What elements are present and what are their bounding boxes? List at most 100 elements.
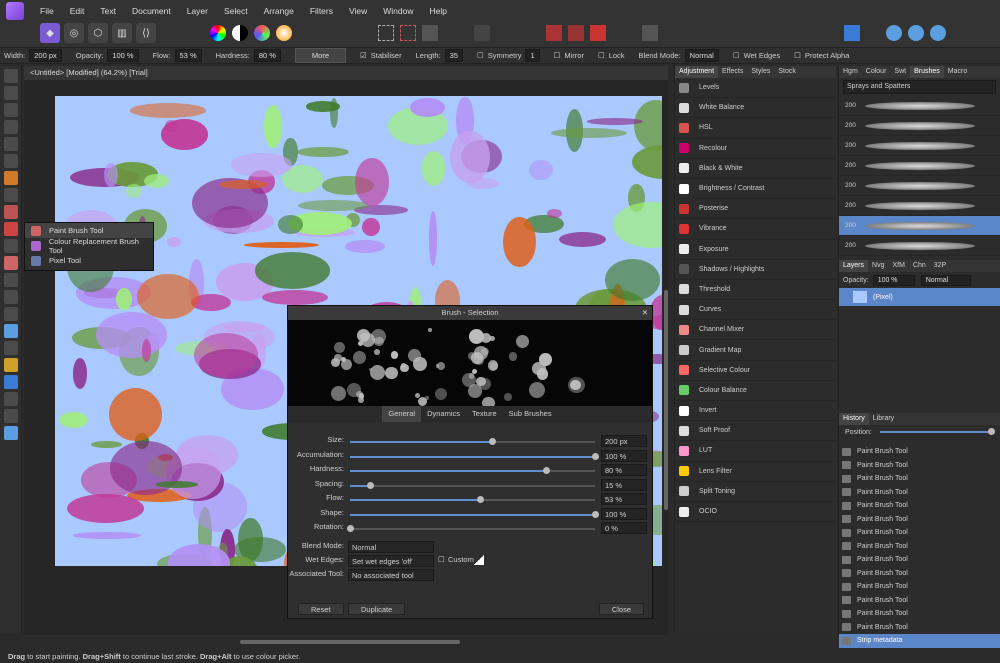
paint-brush-tool-icon[interactable] — [4, 222, 18, 236]
document-tab[interactable]: <Untitled> [Modified] (64.2%) [Trial] — [24, 66, 668, 80]
zoom-tool-icon[interactable] — [4, 426, 18, 440]
history-item[interactable]: Paint Brush Tool — [839, 486, 1000, 500]
adjustment-item[interactable]: Curves — [675, 300, 836, 321]
history-item[interactable]: Paint Brush Tool — [839, 526, 1000, 540]
invert-selection-icon[interactable] — [422, 25, 438, 41]
menu-filters[interactable]: Filters — [302, 6, 341, 16]
tab-history[interactable]: History — [839, 413, 869, 425]
blend-mode-select[interactable]: Normal — [684, 49, 719, 62]
menu-text[interactable]: Text — [92, 6, 124, 16]
text-tool-icon[interactable] — [4, 392, 18, 406]
lock-checkbox[interactable]: ☐ — [598, 51, 605, 60]
adjustment-item[interactable]: Colour Balance — [675, 381, 836, 401]
setting-slider[interactable] — [350, 452, 599, 460]
adjustment-item[interactable]: Posterise — [675, 199, 836, 220]
setting-slider[interactable] — [350, 438, 595, 445]
length-field[interactable]: 35 — [444, 49, 463, 62]
adjustment-item[interactable]: Lens Filter — [675, 462, 836, 482]
history-position-slider[interactable] — [879, 428, 995, 435]
associated-tool-select[interactable]: No associated tool — [348, 569, 434, 581]
tab-general[interactable]: General — [382, 406, 422, 422]
grid-icon[interactable] — [546, 25, 562, 41]
contrast-icon[interactable] — [232, 25, 248, 41]
history-item[interactable]: Paint Brush Tool — [839, 567, 1000, 581]
history-item[interactable]: Paint Brush Tool — [839, 621, 1000, 635]
marquee-select-icon[interactable] — [378, 25, 394, 41]
symmetry-field[interactable]: 1 — [525, 49, 540, 62]
setting-value-field[interactable]: 15 % — [601, 478, 647, 491]
duplicate-button[interactable]: Duplicate — [348, 603, 406, 615]
mesh-warp-icon[interactable] — [4, 409, 18, 423]
adjustment-item[interactable]: Gradient Map — [675, 340, 836, 361]
menu-layer[interactable]: Layer — [179, 6, 216, 16]
tab-styles[interactable]: Styles — [747, 66, 774, 78]
setting-value-field[interactable]: 0 % — [601, 522, 647, 534]
menu-help[interactable]: Help — [422, 6, 455, 16]
tab-colour[interactable]: Colour — [862, 66, 891, 78]
history-item[interactable]: Paint Brush Tool — [839, 499, 1000, 513]
flyout-colour-replacement-brush-tool[interactable]: Colour Replacement Brush Tool — [25, 237, 153, 255]
brush-preset[interactable]: 200 — [839, 96, 1000, 116]
tab-32p[interactable]: 32P — [930, 260, 950, 272]
tab-brushes[interactable]: Brushes — [910, 66, 944, 78]
brush-preset[interactable]: 200 — [839, 196, 1000, 216]
more-button[interactable]: More — [294, 48, 347, 63]
selection-brush-icon[interactable] — [4, 137, 18, 151]
setting-value-field[interactable]: 100 % — [601, 507, 647, 520]
flood-fill-icon[interactable] — [4, 188, 18, 202]
gradient-tool-icon[interactable] — [4, 205, 18, 219]
slider-knob[interactable] — [476, 496, 484, 503]
opacity-field[interactable]: 100 % — [107, 49, 139, 62]
history-item[interactable]: Paint Brush Tool — [839, 553, 1000, 567]
setting-value-field[interactable]: 200 px — [601, 435, 647, 447]
affinity-logo-icon[interactable] — [6, 2, 24, 20]
adjustment-item[interactable]: LUT — [675, 441, 836, 462]
colour-picker-icon[interactable] — [4, 103, 18, 117]
snap-icon[interactable] — [568, 25, 584, 41]
slider-knob[interactable] — [592, 452, 599, 460]
layer-row-pixel[interactable]: (Pixel) — [839, 288, 1000, 306]
export-persona-icon[interactable]: ⟨⟩ — [136, 23, 156, 43]
custom-checkbox[interactable]: ☐ — [438, 555, 445, 564]
adjustment-item[interactable]: Vibrance — [675, 219, 836, 240]
white-balance-icon[interactable] — [276, 25, 292, 41]
help-icon[interactable] — [908, 25, 924, 41]
erase-brush-icon[interactable] — [4, 256, 18, 270]
history-item[interactable]: Paint Brush Tool — [839, 513, 1000, 527]
slider-knob[interactable] — [543, 467, 550, 474]
menu-arrange[interactable]: Arrange — [256, 6, 302, 16]
flyout-pixel-tool[interactable]: Pixel Tool — [25, 253, 153, 268]
setting-value-field[interactable]: 80 % — [601, 464, 647, 476]
tab-effects[interactable]: Effects — [718, 66, 747, 78]
quick-mask-icon[interactable] — [474, 25, 490, 41]
align-icon[interactable] — [844, 25, 860, 41]
setting-value-field[interactable]: 100 % — [601, 449, 647, 462]
healing-brush-icon[interactable] — [4, 290, 18, 304]
adjustment-item[interactable]: Black & White — [675, 159, 836, 179]
width-field[interactable]: 200 px — [29, 49, 62, 62]
view-tool-icon[interactable] — [4, 69, 18, 83]
wet-edges-checkbox[interactable]: ☐ — [733, 51, 740, 60]
colour-wheel-icon[interactable] — [210, 25, 226, 41]
adjustment-item[interactable]: Recolour — [675, 139, 836, 159]
history-item[interactable]: Paint Brush Tool — [839, 445, 1000, 459]
arrange-icon[interactable] — [642, 25, 658, 41]
stabiliser-checkbox[interactable]: ☑ — [360, 51, 367, 60]
brush-category-select[interactable]: Sprays and Spatters — [843, 80, 996, 94]
wet-edges-select[interactable]: Set wet edges 'off' — [348, 555, 434, 567]
tab-swt[interactable]: Swt — [890, 66, 910, 78]
photo-persona-icon[interactable]: ◆ — [40, 23, 60, 43]
setting-slider[interactable] — [347, 525, 595, 532]
setting-slider[interactable] — [350, 496, 595, 503]
close-button[interactable]: Close — [598, 603, 644, 615]
brush-preset[interactable]: 200 — [839, 216, 1000, 236]
hsl-icon[interactable] — [254, 25, 270, 41]
history-item[interactable]: Paint Brush Tool — [839, 607, 1000, 621]
horizontal-scrollbar[interactable] — [240, 640, 460, 644]
mirror-checkbox[interactable]: ☐ — [554, 51, 561, 60]
adjustment-item[interactable]: Soft Proof — [675, 421, 836, 442]
deselect-icon[interactable] — [400, 25, 416, 41]
dodge-brush-icon[interactable] — [4, 239, 18, 253]
symmetry-checkbox[interactable]: ☐ — [477, 51, 484, 60]
adjustment-item[interactable]: Selective Colour — [675, 361, 836, 381]
